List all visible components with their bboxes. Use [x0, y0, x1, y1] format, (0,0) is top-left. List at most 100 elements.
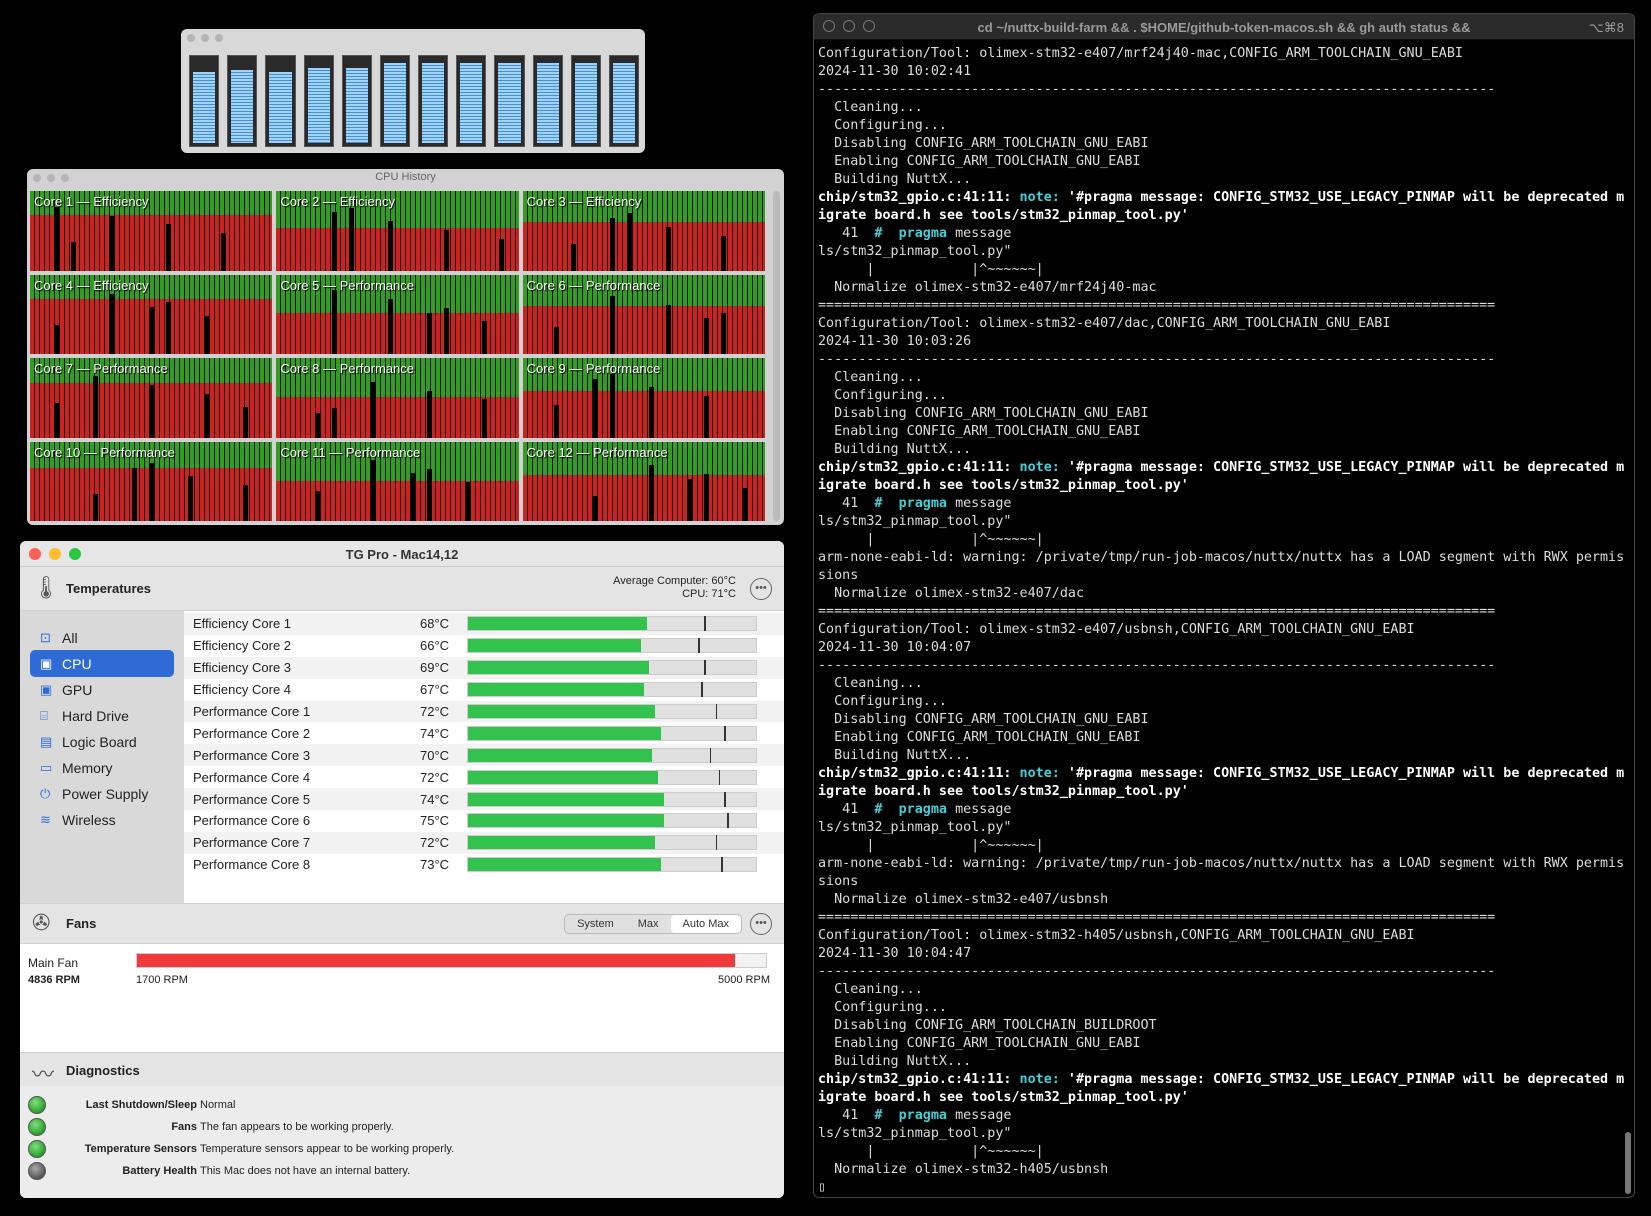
core-idle-gap: [332, 212, 338, 271]
terminal-line: Normalize olimex-stm32-h405/usbnsh: [818, 1162, 1109, 1177]
cpu-meter-bar: [570, 55, 601, 147]
sidebar-item-hard-drive[interactable]: ⌸ Hard Drive: [30, 702, 174, 729]
sidebar-item-label: Power Supply: [62, 785, 149, 802]
cpu-meter-bars: [189, 55, 640, 147]
core-idle-gap: [165, 224, 171, 271]
sensor-value: 69°C: [420, 660, 450, 676]
cpu-meter-bar: [227, 55, 258, 147]
history-title: CPU History: [375, 171, 436, 183]
core-idle-gap: [499, 238, 505, 271]
pulse-icon: 〰: [32, 1062, 55, 1087]
memory-icon: ▭: [40, 759, 53, 775]
sensor-max-marker: [727, 813, 729, 829]
fan-rpm: 4836 RPM: [28, 974, 80, 986]
terminal-line: Normalize olimex-stm32-e407/dac: [818, 586, 1085, 601]
terminal-line: ========================================…: [818, 910, 1496, 925]
sidebar-item-gpu[interactable]: ▣ GPU: [30, 676, 174, 703]
sensor-temp-fill: [468, 705, 656, 718]
terminal-line: 2024-11-30 10:04:07: [818, 640, 972, 655]
sidebar-item-cpu[interactable]: ▣ CPU: [30, 650, 174, 677]
terminal-line: Configuration/Tool: olimex-stm32-h405/us…: [818, 928, 1415, 943]
sensor-row[interactable]: Performance Core 2 74°C: [184, 722, 784, 744]
terminal-line: | |^~~~~~~|: [818, 532, 1044, 547]
terminal-line: igrate board.h see tools/stm32_pinmap_to…: [818, 784, 1189, 799]
core-label: Core 9 — Performance: [526, 361, 661, 376]
core-idle-gap: [426, 468, 432, 521]
sensor-value: 70°C: [420, 747, 450, 763]
sidebar-item-power-supply[interactable]: ⏻ Power Supply: [30, 780, 174, 807]
terminal-line: 41 # pragma message: [818, 802, 1012, 817]
sensor-row[interactable]: Efficiency Core 1 68°C: [184, 613, 784, 635]
sensor-max-marker: [715, 835, 718, 851]
sensor-row[interactable]: Performance Core 1 72°C: [184, 700, 784, 723]
sidebar-item-all[interactable]: ⊡ All: [30, 624, 174, 651]
sensor-row[interactable]: Performance Core 3 70°C: [184, 744, 784, 767]
sensor-row[interactable]: Performance Core 8 73°C: [184, 854, 784, 876]
sensor-row[interactable]: Efficiency Core 3 69°C: [184, 656, 784, 679]
terminal-scrollbar[interactable]: [1625, 1132, 1631, 1194]
core-idle-gap: [370, 381, 376, 438]
core-idle-gap: [332, 290, 338, 354]
sidebar-item-wireless[interactable]: ≋ Wireless: [30, 806, 174, 833]
core-idle-gap: [721, 235, 727, 271]
sensor-value: 75°C: [420, 813, 450, 829]
core-idle-gap: [687, 478, 693, 521]
terminal-line: Cleaning...: [818, 982, 923, 997]
history-scrollbar[interactable]: [773, 191, 780, 521]
terminal-line: ls/stm32_pinmap_tool.py": [818, 244, 1012, 259]
temperatures-more-button[interactable]: •••: [750, 578, 772, 600]
sensor-value: 72°C: [420, 704, 450, 719]
core-label: Core 8 — Performance: [280, 361, 414, 376]
sidebar-item-logic-board[interactable]: ▤ Logic Board: [30, 728, 174, 755]
meter-window-controls[interactable]: [181, 29, 645, 47]
sidebar-item-label: Logic Board: [62, 733, 137, 750]
fan-name: Main Fan: [28, 956, 79, 970]
terminal-line: 41 # pragma message: [818, 496, 1012, 511]
core-idle-gap: [609, 218, 615, 271]
terminal-line: Enabling CONFIG_ARM_TOOLCHAIN_GNU_EABI: [818, 154, 1141, 169]
sensor-value: 68°C: [420, 616, 450, 632]
core-idle-gap: [704, 318, 710, 354]
core-history-graph: Core 9 — Performance: [522, 358, 765, 438]
sensor-row[interactable]: Performance Core 7 72°C: [184, 831, 784, 854]
sensor-name: Performance Core 7: [193, 835, 311, 851]
grid-icon: ⊡: [40, 629, 51, 645]
core-history-grid: Core 1 — Efficiency Core 2 — Efficiency Co…: [30, 191, 765, 521]
cpu-meter-fill: [193, 71, 216, 143]
fan-speed-bar: [136, 953, 767, 968]
terminal-output[interactable]: Configuration/Tool: olimex-stm32-e407/mr…: [818, 45, 1624, 1197]
cpu-meter-bar: [189, 55, 220, 147]
cpu-meter-fill: [498, 62, 521, 143]
fan-max-rpm: 5000 RPM: [718, 974, 770, 986]
sensor-temp-fill: [468, 617, 647, 631]
fans-more-button[interactable]: •••: [750, 913, 772, 935]
core-idle-gap: [465, 482, 471, 521]
terminal-line: Enabling CONFIG_ARM_TOOLCHAIN_GNU_EABI: [818, 730, 1141, 745]
core-idle-gap: [609, 295, 615, 354]
drive-icon: ⌸: [40, 707, 48, 723]
sensor-row[interactable]: Performance Core 6 75°C: [184, 810, 784, 832]
fan-mode-max[interactable]: Max: [626, 915, 671, 933]
terminal-line: ----------------------------------------…: [818, 964, 1496, 979]
terminal-line: Disabling CONFIG_ARM_TOOLCHAIN_GNU_EABI: [818, 136, 1149, 151]
sensor-temp-fill: [468, 858, 661, 872]
sensor-row[interactable]: Efficiency Core 2 66°C: [184, 635, 784, 657]
sensor-row[interactable]: Performance Core 5 74°C: [184, 788, 784, 811]
sensor-temp-bar: [467, 704, 757, 719]
terminal-title: cd ~/nuttx-build-farm && . $HOME/github-…: [977, 20, 1471, 35]
core-label: Core 10 — Performance: [34, 444, 175, 460]
sensor-max-marker: [715, 704, 718, 719]
sidebar-item-memory[interactable]: ▭ Memory: [30, 754, 174, 781]
fan-mode-system[interactable]: System: [565, 915, 626, 933]
diagnostic-row: Temperature Sensors Temperature sensors a…: [20, 1138, 784, 1160]
terminal-window: cd ~/nuttx-build-farm && . $HOME/github-…: [813, 13, 1635, 1198]
terminal-line: igrate board.h see tools/stm32_pinmap_to…: [818, 478, 1189, 493]
fan-mode-auto-max[interactable]: Auto Max: [670, 915, 741, 933]
cpu-meter-fill: [307, 68, 330, 143]
sensor-row[interactable]: Performance Core 4 72°C: [184, 766, 784, 788]
sensor-temp-bar: [467, 791, 757, 807]
sensor-row[interactable]: Efficiency Core 4 67°C: [184, 679, 784, 701]
sensor-temp-fill: [468, 639, 641, 653]
terminal-line: Building NuttX...: [818, 1054, 972, 1069]
fan-mode-selector[interactable]: System Max Auto Max: [564, 914, 742, 934]
